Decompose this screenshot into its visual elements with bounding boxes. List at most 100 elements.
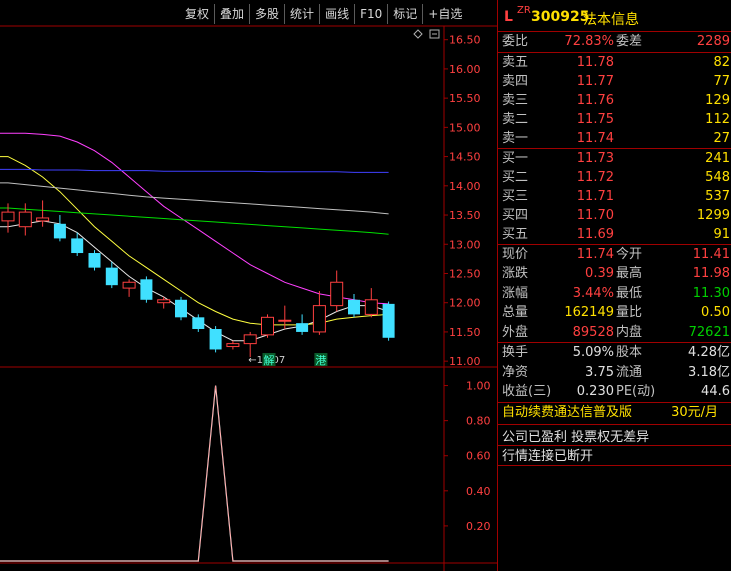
bid-price: 11.73 <box>576 151 614 166</box>
toolbar-mark-button[interactable]: 标记 <box>387 4 422 24</box>
price-tick-label: 11.00 <box>449 355 481 368</box>
toolbar-multi-stock-button[interactable]: 多股 <box>249 4 284 24</box>
fund-label: 净资 <box>502 364 529 380</box>
stat-label: 今开 <box>616 247 643 262</box>
fund-row: 收益(三) 0.230 PE(动) 44.6 <box>498 382 731 401</box>
ask-row[interactable]: 卖二 11.75 112 <box>498 110 731 129</box>
stat-label: 最低 <box>616 285 643 301</box>
candle-body-up <box>157 299 171 304</box>
order-ratio-value: 72.83% <box>564 34 614 49</box>
ask-level-label: 卖二 <box>502 112 529 127</box>
candle-body-down <box>140 279 153 300</box>
ask-price: 11.74 <box>576 131 614 146</box>
stock-code: 300925 <box>531 9 590 25</box>
toolbar-add-watchlist-button[interactable]: +自选 <box>422 4 467 24</box>
stat-label: 内盘 <box>616 324 643 340</box>
candle-body-up <box>278 319 292 322</box>
ask-level-label: 卖四 <box>502 74 529 89</box>
fund-value: 4.28亿 <box>688 345 730 360</box>
bid-row[interactable]: 买四 11.70 1299 <box>498 206 731 225</box>
candle-body-up <box>18 211 32 228</box>
candle-body-down <box>175 299 187 318</box>
stat-value: 11.30 <box>692 285 730 301</box>
stock-header[interactable]: L ZR 300925 法本信息 <box>498 5 731 28</box>
indicator-tick-label: 0.40 <box>466 485 491 498</box>
fund-label: 收益(三) <box>502 384 552 399</box>
candle-body-up <box>122 281 136 289</box>
fund-value: 3.18亿 <box>688 364 730 380</box>
chart-area[interactable]: 16.50 16.00 15.50 15.00 14.50 14.00 13.50 13.00… <box>0 0 497 571</box>
divider <box>498 424 731 425</box>
fund-row: 换手 5.09% 股本 4.28亿 <box>498 343 731 362</box>
fund-row: 净资 3.75 流通 3.18亿 <box>498 363 731 382</box>
indicator-tick-label: 0.80 <box>466 415 491 428</box>
chart-canvas[interactable]: 16.50 16.00 15.50 15.00 14.50 14.00 13.50 13.00… <box>0 0 497 571</box>
ask-volume: 77 <box>713 74 730 89</box>
price-tick-label: 13.00 <box>449 238 481 251</box>
bid-price: 11.72 <box>576 170 614 185</box>
toolbar-draw-line-button[interactable]: 画线 <box>319 4 354 24</box>
bid-level-label: 买二 <box>502 170 529 185</box>
stat-label: 最高 <box>616 266 643 282</box>
ask-row[interactable]: 卖五 11.78 82 <box>498 53 731 72</box>
ask-volume: 27 <box>713 131 730 146</box>
ask-row[interactable]: 卖四 11.77 77 <box>498 72 731 91</box>
order-diff-value: 2289 <box>696 34 730 49</box>
ask-price: 11.76 <box>576 93 614 108</box>
ask-price: 11.77 <box>576 74 614 89</box>
order-ratio-label: 委比 <box>502 34 529 49</box>
stock-flag-l: L <box>504 9 513 25</box>
toolbar-restore-rights-button[interactable]: 复权 <box>180 4 214 24</box>
candle-body-up <box>261 316 274 336</box>
ask-price: 11.75 <box>576 112 614 127</box>
bid-row[interactable]: 买二 11.72 548 <box>498 168 731 187</box>
divider <box>498 465 731 466</box>
candle-body-up <box>364 299 378 315</box>
price-tick-label: 14.00 <box>449 180 481 193</box>
moving-average-line <box>0 168 389 173</box>
price-tick-label: 15.00 <box>449 121 481 134</box>
company-info-message: 公司已盈利 投票权无差异 <box>502 430 650 445</box>
bid-volume: 91 <box>713 227 730 242</box>
stat-value: 11.98 <box>692 266 730 282</box>
bid-row[interactable]: 买三 11.71 537 <box>498 187 731 206</box>
bid-price: 11.71 <box>576 189 614 204</box>
promo-banner[interactable]: 自动续费通达信普及版 30元/月 <box>498 403 731 423</box>
stock-flag-zr: ZR <box>517 5 531 16</box>
candle-body-down <box>348 299 360 315</box>
fund-value: 5.09% <box>572 345 614 360</box>
bid-row[interactable]: 买五 11.69 91 <box>498 225 731 244</box>
stat-row: 现价 11.74 今开 11.41 <box>498 245 731 264</box>
chart-toolbar: 复权 叠加 多股 统计 画线 F10 标记 +自选 <box>180 4 467 26</box>
toolbar-statistics-button[interactable]: 统计 <box>284 4 319 24</box>
ask-volume: 129 <box>705 93 730 108</box>
quote-panel: L ZR 300925 法本信息 委比 72.83% 委差 2289 卖五 11.… <box>497 0 731 571</box>
price-tick-label: 12.50 <box>449 267 481 280</box>
ask-row[interactable]: 卖一 11.74 27 <box>498 129 731 148</box>
candle-body-up <box>243 334 257 345</box>
ask-row[interactable]: 卖三 11.76 129 <box>498 91 731 110</box>
promo-text: 自动续费通达信普及版 <box>502 405 633 420</box>
stat-label: 外盘 <box>502 324 529 340</box>
connection-status-message: 行情连接已断开 <box>502 449 594 464</box>
toolbar-f10-button[interactable]: F10 <box>354 4 387 24</box>
stat-value: 0.50 <box>701 305 730 321</box>
bid-row[interactable]: 买一 11.73 241 <box>498 149 731 168</box>
candle-body-up <box>36 217 50 222</box>
stat-value: 3.44% <box>572 285 614 301</box>
candle-body-up <box>312 305 326 333</box>
bid-price: 11.69 <box>576 227 614 242</box>
stock-name: 法本信息 <box>583 12 639 28</box>
toolbar-overlay-button[interactable]: 叠加 <box>214 4 249 24</box>
candle-body-up <box>1 211 15 222</box>
fund-value: 3.75 <box>585 364 614 380</box>
candle-body-up <box>226 343 240 348</box>
bid-volume: 1299 <box>696 208 730 223</box>
stat-label: 量比 <box>616 305 643 321</box>
candle-body-down <box>192 317 205 330</box>
stat-value: 89528 <box>572 324 614 340</box>
fund-label: 流通 <box>616 364 643 380</box>
candle-body-down <box>296 323 309 332</box>
candle-body-up <box>330 281 344 307</box>
stat-value: 162149 <box>564 305 614 321</box>
